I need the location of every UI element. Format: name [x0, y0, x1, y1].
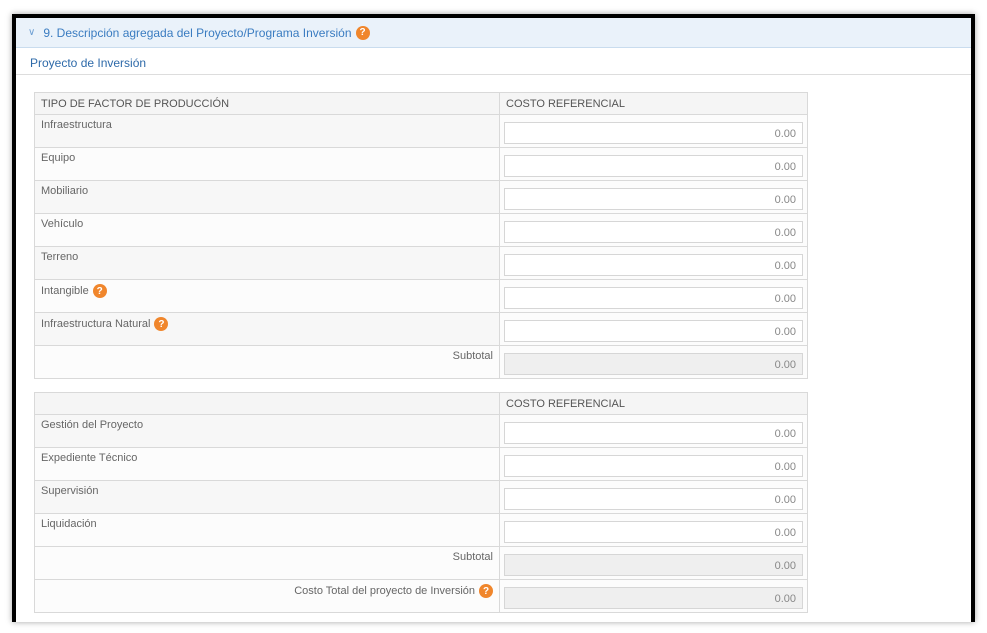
- row-label: Intangible?: [34, 279, 500, 313]
- section-title: 9. Descripción agregada del Proyecto/Pro…: [43, 25, 352, 40]
- row-label: Supervisión: [34, 480, 500, 514]
- subtotal-label: Subtotal: [34, 345, 500, 379]
- column-header-empty: [34, 392, 500, 415]
- table-row: Supervisión 0.00: [34, 480, 808, 514]
- table-row: Infraestructura Natural? 0.00: [34, 312, 808, 346]
- table-row: Mobiliario 0.00: [34, 180, 808, 214]
- cost-input-infraestructura-natural[interactable]: 0.00: [504, 320, 803, 342]
- column-header-cost: COSTO REFERENCIAL: [499, 392, 808, 415]
- column-header-cost: COSTO REFERENCIAL: [499, 92, 808, 115]
- help-icon[interactable]: ?: [92, 284, 107, 298]
- cost-input-vehiculo[interactable]: 0.00: [504, 221, 803, 243]
- subtotal-row: Subtotal 0.00: [34, 546, 808, 580]
- row-label: Equipo: [34, 147, 500, 181]
- cost-input-intangible[interactable]: 0.00: [504, 287, 803, 309]
- subtotal-label: Subtotal: [34, 546, 500, 580]
- subtotal-row: Subtotal 0.00: [34, 345, 808, 379]
- cost-input-expediente[interactable]: 0.00: [504, 455, 803, 477]
- cost-input-equipo[interactable]: 0.00: [504, 155, 803, 177]
- row-label: Infraestructura: [34, 114, 500, 148]
- subtotal-field: 0.00: [504, 353, 803, 375]
- total-row: Costo Total del proyecto de Inversión? 0…: [34, 579, 808, 613]
- column-header-factor: TIPO DE FACTOR DE PRODUCCIÓN: [34, 92, 500, 115]
- help-icon[interactable]: ?: [479, 584, 493, 598]
- cost-input-liquidacion[interactable]: 0.00: [504, 521, 803, 543]
- cost-input-mobiliario[interactable]: 0.00: [504, 188, 803, 210]
- table-row: Gestión del Proyecto 0.00: [34, 414, 808, 448]
- row-label: Gestión del Proyecto: [34, 414, 500, 448]
- section-header[interactable]: ∨ 9. Descripción agregada del Proyecto/P…: [16, 18, 971, 48]
- management-costs-table: COSTO REFERENCIAL Gestión del Proyecto 0…: [34, 392, 808, 613]
- row-label: Expediente Técnico: [34, 447, 500, 481]
- row-label: Infraestructura Natural?: [34, 312, 500, 346]
- help-icon[interactable]: ?: [355, 25, 370, 40]
- row-label: Vehículo: [34, 213, 500, 247]
- chevron-down-icon[interactable]: ∨: [28, 27, 35, 38]
- table-row: Expediente Técnico 0.00: [34, 447, 808, 481]
- table-row: Infraestructura 0.00: [34, 114, 808, 148]
- cost-input-supervision[interactable]: 0.00: [504, 488, 803, 510]
- row-label: Mobiliario: [34, 180, 500, 214]
- total-field: 0.00: [504, 587, 803, 609]
- table-row: Equipo 0.00: [34, 147, 808, 181]
- row-label: Terreno: [34, 246, 500, 280]
- help-icon[interactable]: ?: [154, 317, 169, 331]
- cost-input-infraestructura[interactable]: 0.00: [504, 122, 803, 144]
- table-row: Liquidación 0.00: [34, 513, 808, 547]
- cost-input-gestion[interactable]: 0.00: [504, 422, 803, 444]
- production-factors-table: TIPO DE FACTOR DE PRODUCCIÓN COSTO REFER…: [34, 92, 808, 379]
- cost-input-terreno[interactable]: 0.00: [504, 254, 803, 276]
- total-label: Costo Total del proyecto de Inversión?: [34, 579, 500, 613]
- table-row: Terreno 0.00: [34, 246, 808, 280]
- form-panel: ∨ 9. Descripción agregada del Proyecto/P…: [12, 14, 975, 622]
- row-label: Liquidación: [34, 513, 500, 547]
- section-subtitle: Proyecto de Inversión: [16, 48, 971, 75]
- subtotal-field: 0.00: [504, 554, 803, 576]
- table-row: Vehículo 0.00: [34, 213, 808, 247]
- table-row: Intangible? 0.00: [34, 279, 808, 313]
